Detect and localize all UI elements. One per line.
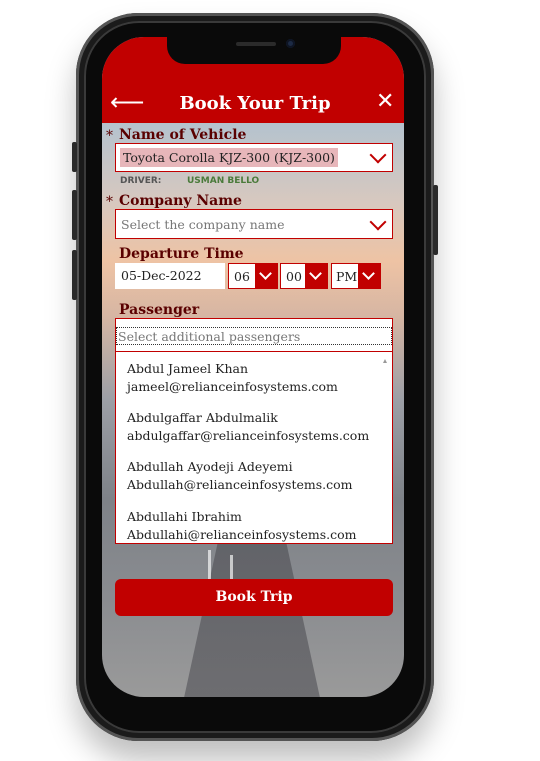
- ampm-dropdown-button[interactable]: [358, 264, 380, 288]
- ampm-select[interactable]: PM: [331, 263, 381, 289]
- list-item[interactable]: Abdullah Ayodeji Adeyemi Abdullah@relian…: [127, 458, 352, 494]
- phone-volume-up: [72, 190, 77, 240]
- date-value: 05-Dec-2022: [121, 268, 202, 283]
- list-item[interactable]: Abdul Jameel Khan jameel@relianceinfosys…: [127, 360, 338, 396]
- company-label: Company Name: [119, 193, 242, 209]
- phone-camera: [286, 39, 295, 48]
- passenger-email: Abdullahi@relianceinfosystems.com: [127, 527, 357, 542]
- passenger-name: Abdulgaffar Abdulmalik: [127, 410, 278, 425]
- chevron-down-icon: [362, 267, 375, 280]
- passenger-name: Abdullahi Ibrahim: [127, 509, 242, 524]
- scroll-up-icon[interactable]: [383, 359, 387, 363]
- passenger-label: Passenger: [119, 302, 200, 318]
- hour-select[interactable]: 06: [228, 263, 278, 289]
- passenger-search-input[interactable]: Select additional passengers: [116, 327, 392, 345]
- hour-value: 06: [234, 269, 250, 284]
- phone-power-button: [433, 185, 438, 255]
- passenger-list[interactable]: Abdul Jameel Khan jameel@relianceinfosys…: [115, 351, 393, 544]
- close-icon[interactable]: ✕: [376, 91, 394, 113]
- departure-label: Departure Time: [119, 246, 244, 262]
- driver-name: USMAN BELLO: [187, 176, 260, 186]
- date-field[interactable]: 05-Dec-2022: [115, 263, 225, 289]
- hour-dropdown-button[interactable]: [255, 264, 277, 288]
- phone-speaker: [236, 42, 276, 46]
- passenger-name: Abdullah Ayodeji Adeyemi: [127, 459, 293, 474]
- company-placeholder: Select the company name: [121, 217, 285, 232]
- vehicle-label: Name of Vehicle: [119, 127, 247, 143]
- passenger-name: Abdul Jameel Khan: [127, 361, 249, 376]
- required-mark: *: [106, 194, 113, 210]
- required-mark: *: [106, 128, 113, 144]
- phone-side-button: [72, 142, 77, 172]
- chevron-down-icon: [369, 146, 387, 164]
- book-trip-button[interactable]: Book Trip: [115, 579, 393, 616]
- chevron-down-icon: [309, 267, 322, 280]
- page-title: Book Your Trip: [179, 93, 331, 114]
- passenger-email: abdulgaffar@relianceinfosystems.com: [127, 428, 370, 443]
- list-item[interactable]: Abdullahi Ibrahim Abdullahi@relianceinfo…: [127, 508, 357, 543]
- vehicle-selected-value: Toyota Corolla KJZ-300 (KJZ-300): [120, 148, 338, 167]
- passenger-placeholder: Select additional passengers: [118, 329, 301, 344]
- minute-select[interactable]: 00: [280, 263, 328, 289]
- arrow-left-icon[interactable]: ⟵: [110, 90, 144, 114]
- phone-volume-down: [72, 250, 77, 300]
- minute-value: 00: [286, 269, 302, 284]
- ampm-value: PM: [336, 269, 358, 284]
- minute-dropdown-button[interactable]: [305, 264, 327, 288]
- list-item[interactable]: Abdulgaffar Abdulmalik abdulgaffar@relia…: [127, 409, 369, 445]
- company-select[interactable]: Select the company name: [115, 209, 393, 239]
- chevron-down-icon: [369, 213, 387, 231]
- driver-label: DRIVER:: [120, 176, 162, 186]
- list-scrollbar[interactable]: [383, 356, 390, 539]
- passenger-search-field[interactable]: Select additional passengers: [115, 318, 393, 352]
- chevron-down-icon: [259, 267, 272, 280]
- passenger-email: jameel@relianceinfosystems.com: [127, 379, 338, 394]
- passenger-email: Abdullah@relianceinfosystems.com: [127, 477, 353, 492]
